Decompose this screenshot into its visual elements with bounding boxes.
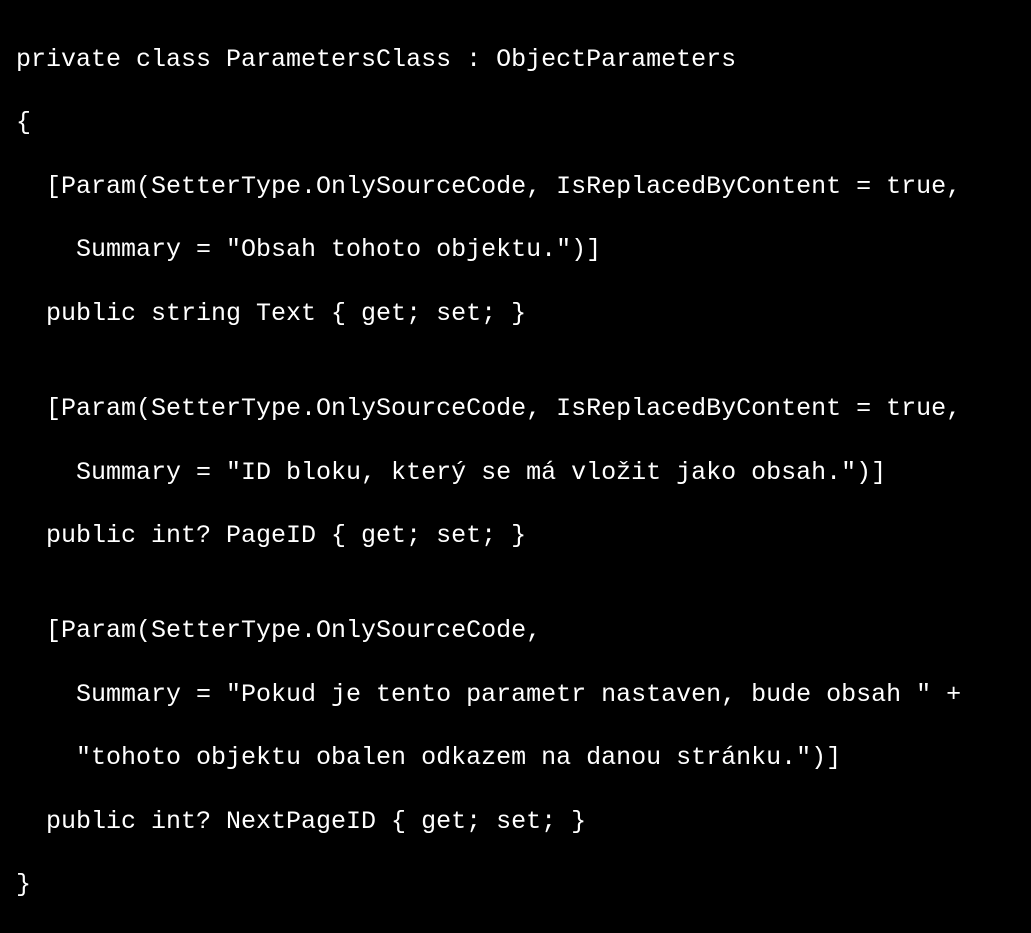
- code-line: }: [16, 869, 1015, 901]
- code-line: public int? PageID { get; set; }: [16, 520, 1015, 552]
- code-line: {: [16, 107, 1015, 139]
- code-line: "tohoto objektu obalen odkazem na danou …: [16, 742, 1015, 774]
- code-line: [Param(SetterType.OnlySourceCode,: [16, 615, 1015, 647]
- code-line: public string Text { get; set; }: [16, 298, 1015, 330]
- code-line: Summary = "ID bloku, který se má vložit …: [16, 457, 1015, 489]
- code-line: Summary = "Obsah tohoto objektu.")]: [16, 234, 1015, 266]
- code-line: private class ParametersClass : ObjectPa…: [16, 44, 1015, 76]
- code-line: [Param(SetterType.OnlySourceCode, IsRepl…: [16, 393, 1015, 425]
- code-line: [Param(SetterType.OnlySourceCode, IsRepl…: [16, 171, 1015, 203]
- code-line: public int? NextPageID { get; set; }: [16, 806, 1015, 838]
- code-line: Summary = "Pokud je tento parametr nasta…: [16, 679, 1015, 711]
- code-block: private class ParametersClass : ObjectPa…: [16, 12, 1015, 933]
